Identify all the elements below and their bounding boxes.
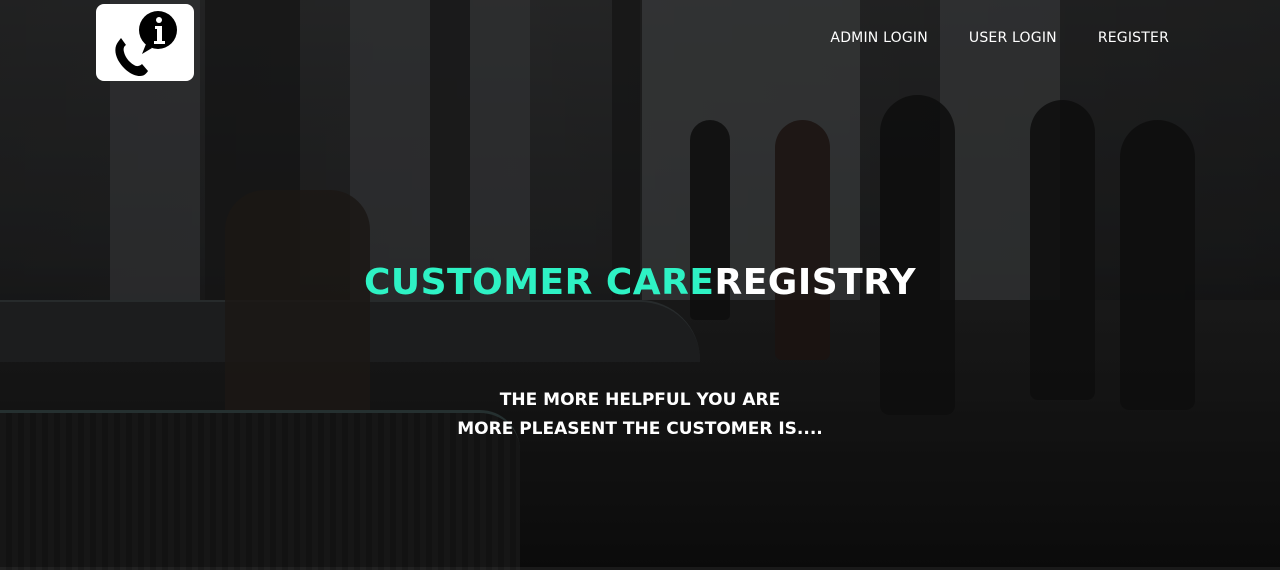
phone-info-icon [115,10,177,76]
hero-title-plain: REGISTRY [714,262,917,303]
tagline-line-1: THE MORE HELPFUL YOU ARE [499,390,781,410]
admin-login-link[interactable]: ADMIN LOGIN [830,30,927,46]
register-link[interactable]: REGISTER [1098,30,1169,46]
user-login-link[interactable]: USER LOGIN [969,30,1057,46]
hero-title-accent: CUSTOMER CARE [363,262,715,303]
main-nav: ADMIN LOGIN USER LOGIN REGISTER [830,30,1169,46]
hero-tagline: THE MORE HELPFUL YOU ARE MORE PLEASENT T… [0,386,1280,444]
logo[interactable] [96,4,194,81]
tagline-line-2: MORE PLEASENT THE CUSTOMER IS.... [457,419,823,439]
hero-title: CUSTOMER CAREREGISTRY [0,262,1280,303]
